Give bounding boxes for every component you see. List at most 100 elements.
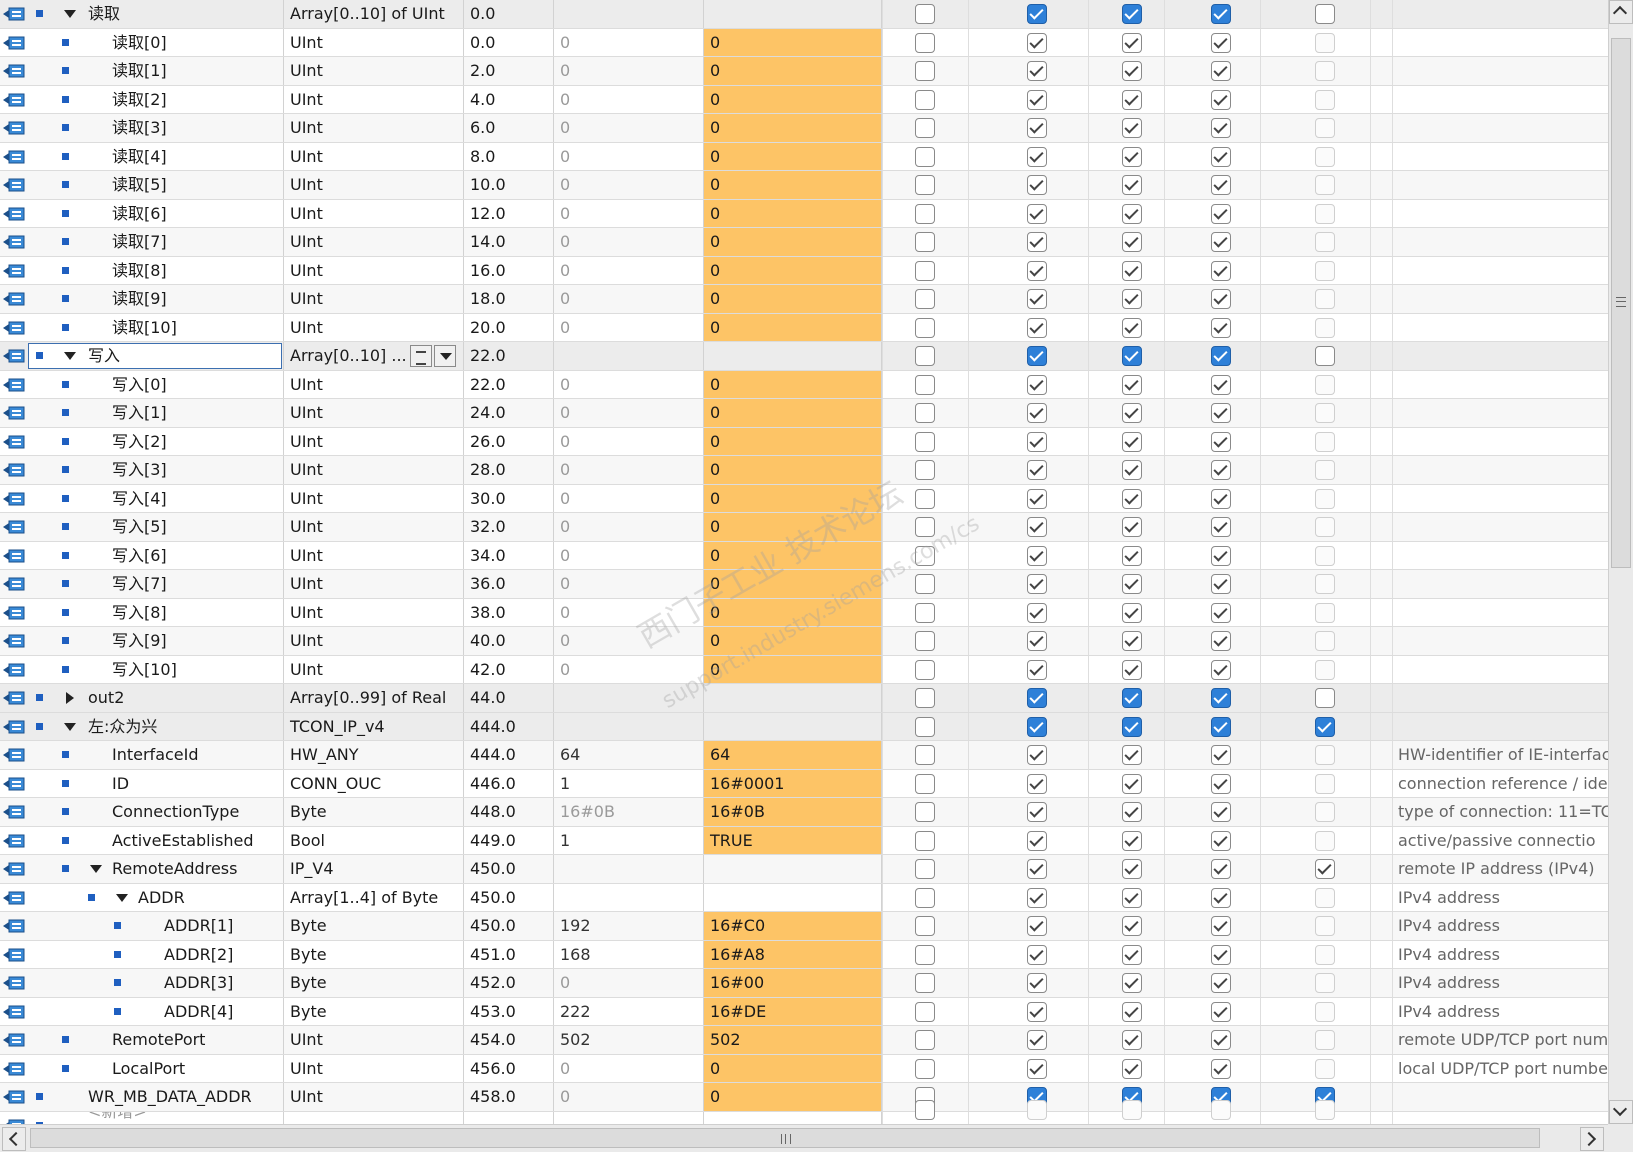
data-type-cell[interactable]: Byte <box>284 912 464 940</box>
name-cell[interactable]: 读取[4] <box>28 142 284 170</box>
start-value-cell[interactable]: TRUE <box>704 826 882 854</box>
data-type-cell[interactable]: Array[0..99] of Real <box>284 684 464 712</box>
data-type-cell[interactable]: UInt <box>284 313 464 341</box>
data-type-cell[interactable]: Array[1..4] of Byte <box>284 883 464 911</box>
visible-hmi-checkbox[interactable] <box>1211 688 1231 708</box>
visible-hmi-checkbox[interactable] <box>1211 716 1231 737</box>
data-type-cell[interactable]: Array[0..10] ... <box>284 342 464 370</box>
visible-hmi-checkbox[interactable] <box>1211 289 1231 309</box>
comment-cell[interactable] <box>1392 371 1608 399</box>
visible-hmi-checkbox[interactable] <box>1211 659 1231 680</box>
setpoint-checkbox[interactable] <box>1315 574 1335 594</box>
comment-cell[interactable]: IPv4 address <box>1392 912 1608 940</box>
name-cell[interactable]: 读取[2] <box>28 85 284 113</box>
accessible-hmi-checkbox[interactable] <box>1027 1030 1047 1050</box>
comment-cell[interactable] <box>1392 570 1608 598</box>
setpoint-checkbox[interactable] <box>1315 1001 1335 1022</box>
start-value-cell[interactable]: 0 <box>704 456 882 484</box>
accessible-hmi-checkbox[interactable] <box>1027 203 1047 224</box>
accessible-hmi-checkbox[interactable] <box>1027 973 1047 993</box>
name-cell[interactable]: 写入[7] <box>28 570 284 598</box>
writable-hmi-checkbox[interactable] <box>1122 973 1142 993</box>
writable-hmi-checkbox[interactable] <box>1122 260 1142 281</box>
start-value-cell[interactable]: 0 <box>704 142 882 170</box>
comment-cell[interactable]: active/passive connectio <box>1392 827 1608 855</box>
comment-cell[interactable] <box>1392 257 1608 285</box>
scroll-right-button[interactable] <box>1580 1127 1604 1151</box>
data-type-cell[interactable]: UInt <box>284 598 464 626</box>
table-row[interactable]: RemoteAddress IP_V4 450.0 remote IP address… <box>0 855 1608 884</box>
retain-checkbox[interactable] <box>915 1099 935 1120</box>
data-type-cell[interactable]: UInt <box>284 142 464 170</box>
start-value-cell[interactable] <box>704 1111 882 1124</box>
start-value-cell[interactable]: 0 <box>704 513 882 541</box>
setpoint-checkbox[interactable] <box>1315 887 1335 908</box>
table-row[interactable]: ConnectionType Byte 448.0 16#0B 16#0B type of… <box>0 798 1608 827</box>
visible-hmi-checkbox[interactable] <box>1211 1099 1231 1120</box>
retain-checkbox[interactable] <box>915 1058 935 1079</box>
name-cell[interactable]: 写入[8] <box>28 598 284 626</box>
comment-cell[interactable] <box>1392 57 1608 85</box>
start-value-cell[interactable]: 0 <box>704 598 882 626</box>
accessible-hmi-checkbox[interactable] <box>1027 431 1047 452</box>
table-row[interactable]: InterfaceId HW_ANY 444.0 64 64 HW-identifier … <box>0 741 1608 770</box>
accessible-hmi-checkbox[interactable] <box>1027 260 1047 281</box>
table-row[interactable]: ADDR[2] Byte 451.0 168 16#A8 IPv4 address <box>0 940 1608 969</box>
visible-hmi-checkbox[interactable] <box>1211 146 1231 167</box>
accessible-hmi-checkbox[interactable] <box>1027 460 1047 480</box>
type-list-button[interactable] <box>410 345 432 367</box>
table-row[interactable]: 写入 Array[0..10] ... 22.0 <box>0 342 1608 371</box>
data-type-cell[interactable]: UInt <box>284 513 464 541</box>
writable-hmi-checkbox[interactable] <box>1122 631 1142 651</box>
name-cell[interactable]: <新增> <box>28 1111 284 1124</box>
data-type-cell[interactable]: UInt <box>284 199 464 227</box>
table-row[interactable]: 读取[9] UInt 18.0 0 0 <box>0 285 1608 314</box>
accessible-hmi-checkbox[interactable] <box>1027 716 1047 737</box>
start-value-cell[interactable]: 0 <box>704 399 882 427</box>
visible-hmi-checkbox[interactable] <box>1211 574 1231 594</box>
comment-cell[interactable] <box>1392 713 1608 741</box>
accessible-hmi-checkbox[interactable] <box>1027 887 1047 908</box>
writable-hmi-checkbox[interactable] <box>1122 659 1142 680</box>
retain-checkbox[interactable] <box>915 1030 935 1050</box>
accessible-hmi-checkbox[interactable] <box>1027 1001 1047 1022</box>
vertical-scrollbar[interactable] <box>1608 0 1633 1124</box>
data-type-cell[interactable]: UInt <box>284 541 464 569</box>
name-cell[interactable]: 写入[9] <box>28 627 284 655</box>
name-cell[interactable]: 读取[3] <box>28 114 284 142</box>
retain-checkbox[interactable] <box>915 89 935 110</box>
name-cell[interactable]: ADDR[4] <box>28 997 284 1025</box>
retain-checkbox[interactable] <box>915 403 935 423</box>
writable-hmi-checkbox[interactable] <box>1122 118 1142 138</box>
start-value-cell[interactable]: 0 <box>704 114 882 142</box>
visible-hmi-checkbox[interactable] <box>1211 488 1231 509</box>
start-value-cell[interactable]: 0 <box>704 256 882 284</box>
data-type-cell[interactable]: UInt <box>284 256 464 284</box>
writable-hmi-checkbox[interactable] <box>1122 545 1142 566</box>
setpoint-checkbox[interactable] <box>1315 802 1335 822</box>
table-row[interactable]: RemotePort UInt 454.0 502 502 remote UDP/TCP … <box>0 1026 1608 1055</box>
table-row[interactable]: 读取[5] UInt 10.0 0 0 <box>0 171 1608 200</box>
setpoint-checkbox[interactable] <box>1315 61 1335 81</box>
data-type-cell[interactable]: UInt <box>284 484 464 512</box>
setpoint-checkbox[interactable] <box>1315 4 1335 24</box>
data-type-cell[interactable]: IP_V4 <box>284 855 464 883</box>
name-cell[interactable]: 写入[3] <box>28 456 284 484</box>
start-value-cell[interactable] <box>704 342 882 370</box>
name-cell[interactable]: 写入[5] <box>28 513 284 541</box>
name-cell[interactable]: ADDR <box>28 883 284 911</box>
visible-hmi-checkbox[interactable] <box>1211 802 1231 822</box>
visible-hmi-checkbox[interactable] <box>1211 118 1231 138</box>
setpoint-checkbox[interactable] <box>1315 232 1335 252</box>
start-value-cell[interactable] <box>704 684 882 712</box>
table-row[interactable]: 读取[2] UInt 4.0 0 0 <box>0 85 1608 114</box>
data-type-cell[interactable]: CONN_OUC <box>284 769 464 797</box>
start-value-cell[interactable]: 64 <box>704 741 882 769</box>
comment-cell[interactable] <box>1392 114 1608 142</box>
name-cell[interactable]: 读取[6] <box>28 199 284 227</box>
setpoint-checkbox[interactable] <box>1315 973 1335 993</box>
name-cell[interactable]: LocalPort <box>28 1054 284 1082</box>
type-dropdown-button[interactable] <box>434 345 456 367</box>
start-value-cell[interactable] <box>704 0 882 28</box>
name-cell[interactable]: 写入[6] <box>28 541 284 569</box>
